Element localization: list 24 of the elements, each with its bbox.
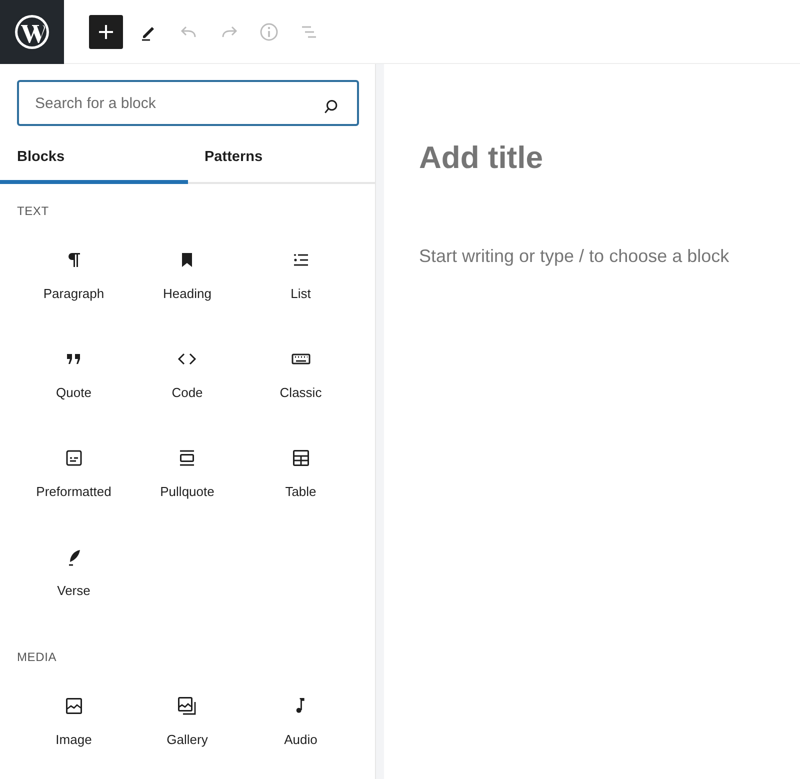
block-item[interactable]: Pullquote <box>130 432 244 531</box>
title-placeholder[interactable]: Add title <box>419 140 800 176</box>
wordpress-logo[interactable] <box>0 0 64 64</box>
music-note-icon <box>296 698 306 713</box>
block-item[interactable]: Heading <box>130 234 244 333</box>
category-heading: TEXT <box>17 204 50 218</box>
search-field[interactable]: Search for a block <box>17 80 359 126</box>
tab[interactable]: Blocks <box>0 140 188 184</box>
block-item[interactable]: Classic <box>244 333 358 432</box>
block-item[interactable]: List <box>244 234 358 333</box>
block-item[interactable]: Quote <box>17 333 130 432</box>
body-placeholder[interactable]: Start writing or type / to choose a block <box>419 246 800 267</box>
block-item[interactable]: Verse <box>17 531 130 630</box>
block-item[interactable]: Preformatted <box>17 432 130 531</box>
block-item[interactable]: Code <box>130 333 244 432</box>
wordpress-logo-icon <box>13 12 51 50</box>
add-block-button[interactable] <box>89 14 123 48</box>
block-item[interactable]: Image <box>17 680 130 779</box>
block-item[interactable]: Paragraph <box>17 234 130 333</box>
category-heading: MEDIA <box>17 650 58 664</box>
block-item[interactable]: Gallery <box>130 680 244 779</box>
block-item[interactable]: Audio <box>244 680 358 779</box>
tab[interactable]: Patterns <box>188 140 375 184</box>
block-item[interactable]: Table <box>244 432 358 531</box>
